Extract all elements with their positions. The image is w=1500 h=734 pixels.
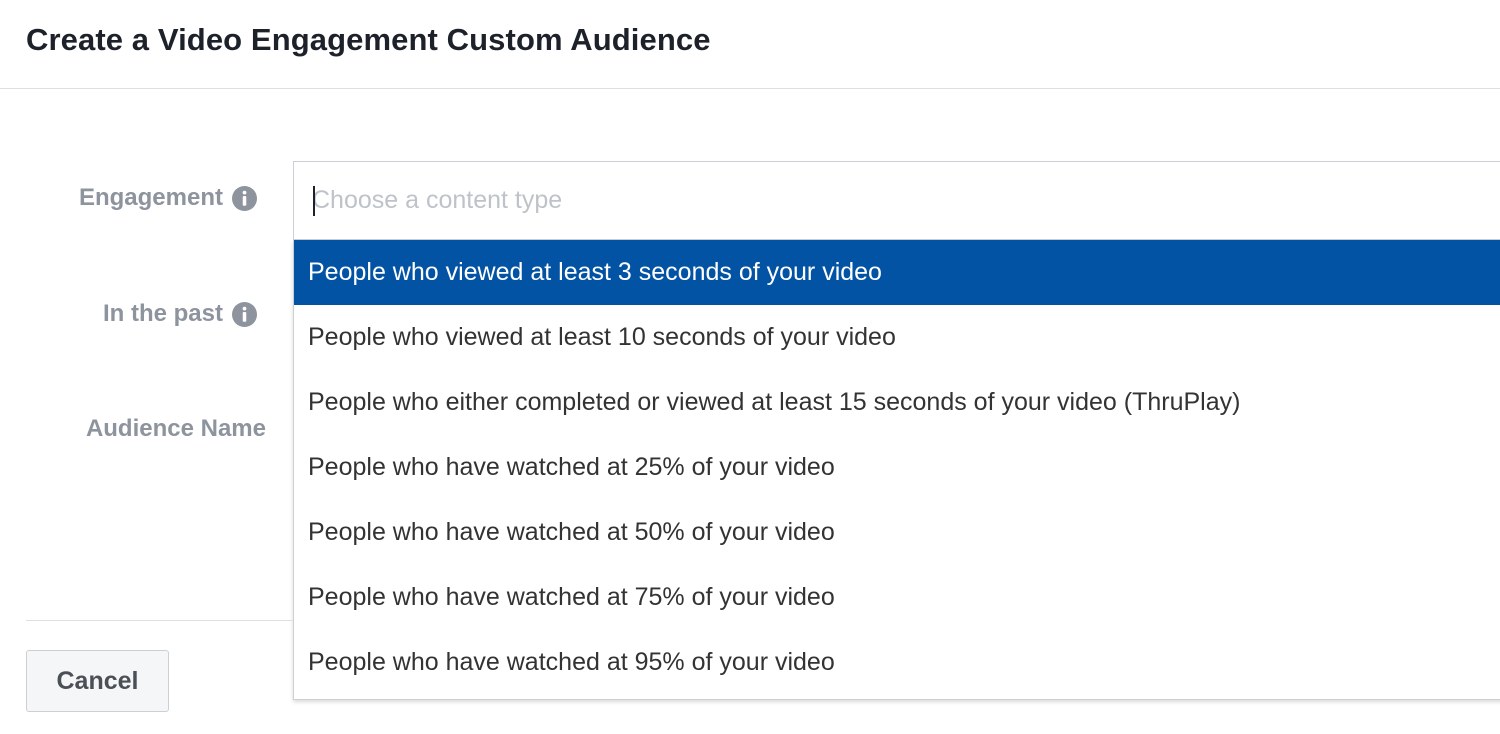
info-circle-icon[interactable] bbox=[232, 301, 257, 327]
content-type-field[interactable] bbox=[293, 161, 1500, 240]
engagement-label: Engagement bbox=[78, 184, 223, 211]
dropdown-option-10-seconds[interactable]: People who viewed at least 10 seconds of… bbox=[294, 305, 1500, 370]
dropdown-option-3-seconds[interactable]: People who viewed at least 3 seconds of … bbox=[294, 240, 1500, 305]
info-circle-icon[interactable] bbox=[232, 185, 257, 211]
dropdown-option-thruplay[interactable]: People who either completed or viewed at… bbox=[294, 370, 1500, 435]
dropdown-option-50-percent[interactable]: People who have watched at 50% of your v… bbox=[294, 500, 1500, 565]
dropdown-option-75-percent[interactable]: People who have watched at 75% of your v… bbox=[294, 565, 1500, 630]
audience-name-label-row: Audience Name bbox=[86, 415, 266, 443]
engagement-label-row: Engagement bbox=[79, 184, 257, 212]
text-cursor bbox=[313, 186, 315, 216]
in-the-past-label: In the past bbox=[102, 300, 223, 327]
dropdown-option-25-percent[interactable]: People who have watched at 25% of your v… bbox=[294, 435, 1500, 500]
dropdown-option-95-percent[interactable]: People who have watched at 95% of your v… bbox=[294, 630, 1500, 695]
cancel-button[interactable]: Cancel bbox=[26, 650, 169, 712]
create-audience-dialog: Create a Video Engagement Custom Audienc… bbox=[0, 0, 1500, 734]
dialog-header: Create a Video Engagement Custom Audienc… bbox=[0, 0, 1500, 89]
content-type-dropdown: People who viewed at least 3 seconds of … bbox=[293, 240, 1500, 700]
dialog-title: Create a Video Engagement Custom Audienc… bbox=[26, 22, 711, 57]
audience-name-label: Audience Name bbox=[85, 415, 266, 442]
in-the-past-label-row: In the past bbox=[103, 300, 257, 328]
footer-divider bbox=[26, 620, 293, 621]
content-type-input[interactable] bbox=[294, 162, 1500, 239]
